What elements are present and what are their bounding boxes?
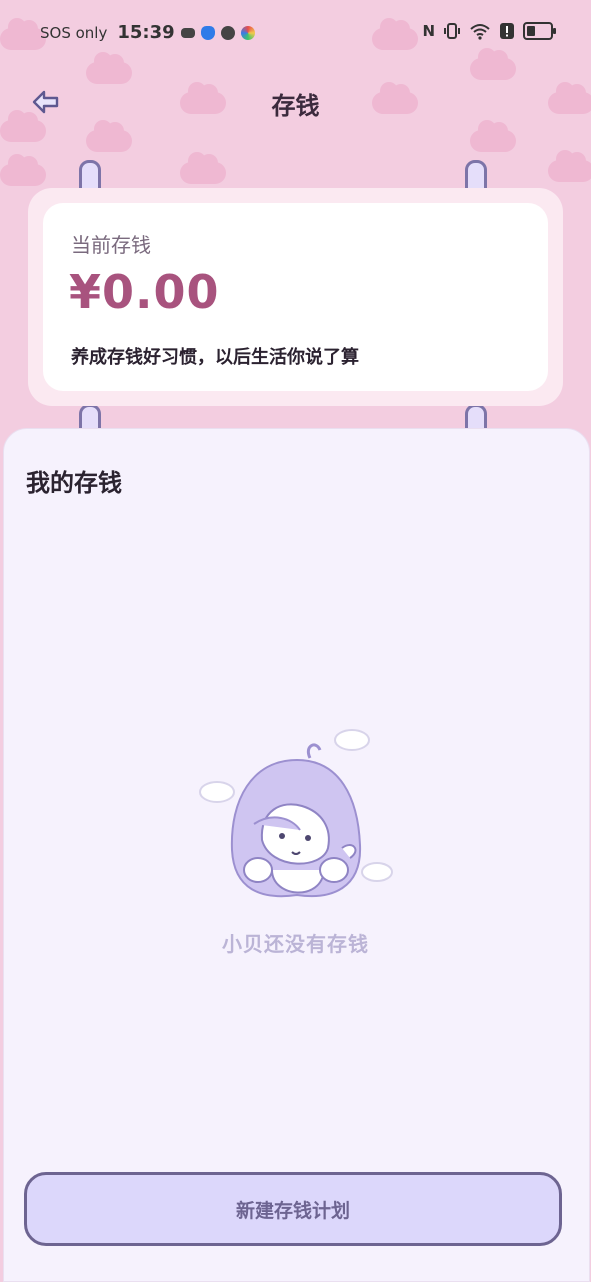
vibrate-icon <box>444 23 460 39</box>
savings-tip: 养成存钱好习惯，以后生活你说了算 <box>71 347 359 368</box>
page-title: 存钱 <box>271 92 320 120</box>
clock: 15:39 <box>117 22 175 43</box>
app-colorful-icon <box>240 25 255 40</box>
game-controller-icon <box>180 27 195 38</box>
current-savings-label: 当前存钱 <box>71 233 151 257</box>
savings-card: 当前存钱 ¥0.00 养成存钱好习惯，以后生活你说了算 <box>43 203 548 391</box>
alert-icon <box>500 23 514 39</box>
shield-icon <box>200 25 215 40</box>
nfc-icon: N <box>422 22 435 40</box>
girl-illustration <box>199 729 393 898</box>
current-savings-amount: ¥0.00 <box>69 265 220 319</box>
create-savings-plan-button[interactable]: 新建存钱计划 <box>24 1172 562 1246</box>
section-title: 我的存钱 <box>26 469 122 497</box>
status-bar: SOS only 15:39 N <box>0 0 591 66</box>
sos-status: SOS only <box>40 23 108 42</box>
security-icon <box>220 25 235 40</box>
wifi-icon <box>470 24 490 40</box>
battery-icon <box>523 22 556 40</box>
top-navigation: 存钱 <box>0 76 591 130</box>
empty-state-text: 小贝还没有存钱 <box>222 932 369 956</box>
